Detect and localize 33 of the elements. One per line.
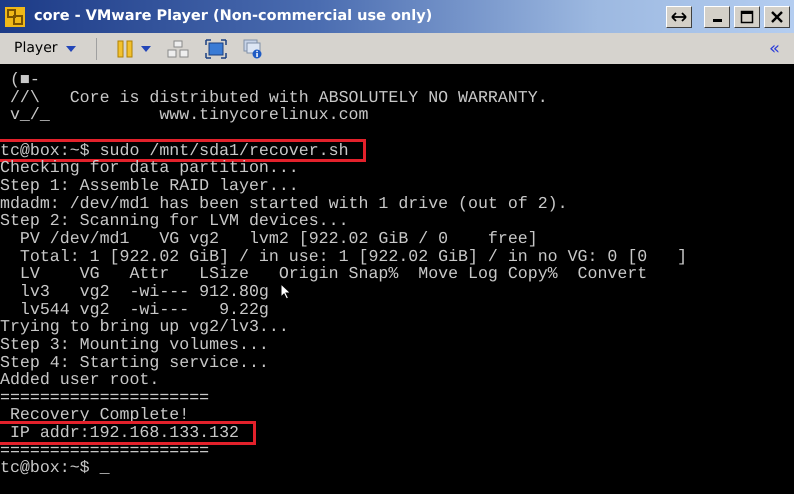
maximize-icon	[740, 10, 754, 24]
terminal-line: tc@box:~$ _	[0, 457, 111, 480]
terminal-line: v_/_ www.tinycorelinux.com	[8, 104, 370, 126]
terminal-line: //\ Core is distributed with ABSOLUTELY NO WARRANTY.	[8, 88, 549, 107]
terminal-line: Total: 1 [922.02 GiB] / in use: 1 [922.02 GiB] / in no VG: 0 [0 ]	[18, 246, 688, 266]
pause-button[interactable]	[116, 40, 151, 58]
caret-icon	[140, 46, 151, 52]
terminal-line: PV /dev/md1 VG vg2 lvm2 [922.02 GiB / 0 free]	[18, 228, 539, 249]
terminal-line: Step 1: Assemble RAID layer...	[0, 176, 300, 196]
caret-icon	[66, 46, 76, 52]
terminal-line: mdadm: /dev/md1 has been started with 1 drive (out of 2).	[0, 194, 569, 213]
terminal-line: Trying to bring up vg2/lv3...	[0, 317, 290, 337]
close-button[interactable]	[764, 6, 790, 28]
terminal-line: (■-	[8, 69, 41, 90]
terminal-line: Step 3: Mounting volumes...	[0, 334, 270, 355]
maximize-button[interactable]	[734, 6, 760, 28]
terminal-line: Step 4: Starting service...	[0, 352, 270, 372]
collapse-button[interactable]: «	[768, 35, 780, 62]
resize-button[interactable]	[666, 6, 692, 28]
app-logo-icon	[4, 6, 26, 28]
window-info-icon[interactable]	[242, 38, 263, 58]
mouse-pointer-icon	[280, 283, 291, 300]
close-icon	[771, 10, 783, 22]
window-title: core - VMware Player (Non-commercial use only)	[34, 6, 432, 26]
fullscreen-icon[interactable]	[204, 38, 227, 58]
minimize-button[interactable]	[704, 6, 730, 28]
minimize-icon	[712, 19, 722, 22]
pause-icon	[116, 40, 133, 58]
double-arrow-icon	[671, 12, 687, 22]
terminal-line: lv544 vg2 -wi--- 9.22g	[18, 300, 270, 319]
keyboard-icon[interactable]	[166, 40, 189, 58]
player-menu-button[interactable]: Player	[14, 38, 76, 59]
terminal-line: Step 2: Scanning for LVM devices...	[0, 210, 350, 231]
